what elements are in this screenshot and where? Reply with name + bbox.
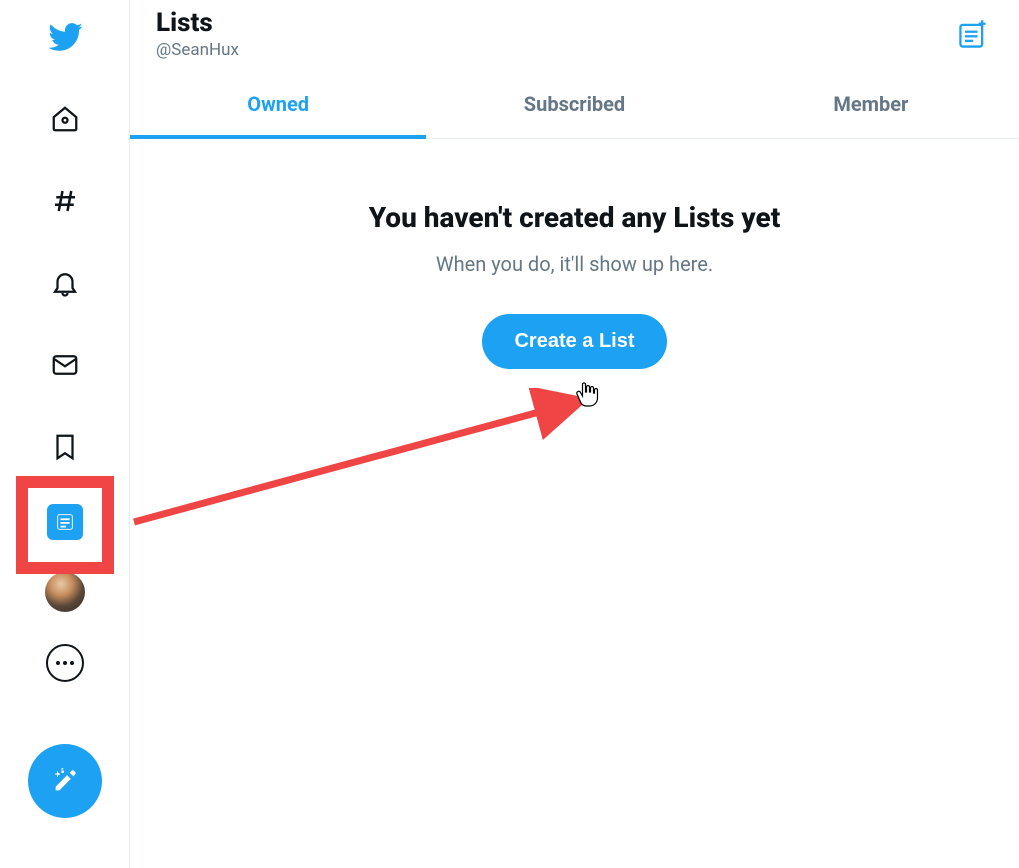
sidebar-nav: + xyxy=(0,0,130,868)
new-list-button[interactable] xyxy=(957,18,989,50)
compose-tweet-button[interactable]: + xyxy=(28,744,102,818)
empty-state: You haven't created any Lists yet When y… xyxy=(130,139,1019,369)
page-title: Lists xyxy=(156,8,239,38)
page-header: Lists @SeanHux xyxy=(130,0,1019,72)
sidebar-home[interactable] xyxy=(40,94,90,144)
empty-state-subtitle: When you do, it'll show up here. xyxy=(130,252,1019,276)
sidebar-notifications[interactable] xyxy=(40,258,90,308)
cursor-hand-icon xyxy=(575,380,599,408)
tab-member[interactable]: Member xyxy=(723,72,1019,138)
tab-subscribed[interactable]: Subscribed xyxy=(426,72,722,138)
create-list-button[interactable]: Create a List xyxy=(482,314,666,369)
sidebar-messages[interactable] xyxy=(40,340,90,390)
sidebar-profile-avatar[interactable] xyxy=(45,572,85,612)
sidebar-lists[interactable] xyxy=(47,504,83,540)
annotation-arrow xyxy=(128,388,590,528)
twitter-logo[interactable] xyxy=(40,12,90,62)
sidebar-explore[interactable] xyxy=(40,176,90,226)
sidebar-bookmarks[interactable] xyxy=(40,422,90,472)
main-content: Lists @SeanHux Owned Subscribed Member Y… xyxy=(130,0,1019,369)
empty-state-title: You haven't created any Lists yet xyxy=(130,201,1019,234)
tab-owned[interactable]: Owned xyxy=(130,72,426,138)
lists-tabs: Owned Subscribed Member xyxy=(130,72,1019,139)
svg-text:+: + xyxy=(55,768,61,781)
sidebar-more[interactable] xyxy=(46,644,84,682)
user-handle: @SeanHux xyxy=(156,40,239,60)
